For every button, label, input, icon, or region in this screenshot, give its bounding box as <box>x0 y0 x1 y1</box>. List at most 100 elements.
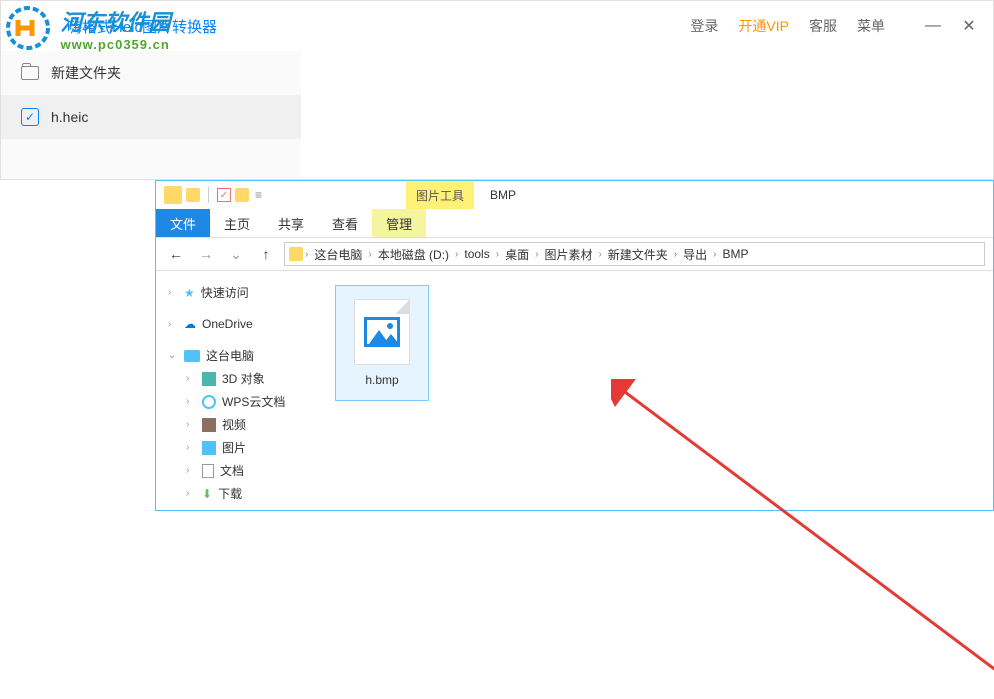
app-titlebar: 嗨格式Heic图片转换器 登录 开通VIP 客服 菜单 — ✕ <box>1 1 993 51</box>
nav-label: 快速访问 <box>201 284 249 301</box>
chevron-right-icon[interactable]: › <box>186 465 196 476</box>
vip-button[interactable]: 开通VIP <box>738 16 789 36</box>
service-button[interactable]: 客服 <box>809 16 837 36</box>
breadcrumb-item[interactable]: 桌面 <box>501 246 533 263</box>
explorer-title: BMP <box>490 188 516 202</box>
cloud-icon: ☁ <box>184 317 196 331</box>
breadcrumb-item[interactable]: 这台电脑 <box>310 246 366 263</box>
navigation-pane: › ★ 快速访问 › ☁ OneDrive ⌄ 这台电脑 › 3D 对象 › WPS云文档 ›… <box>156 271 321 510</box>
tab-home[interactable]: 主页 <box>210 209 264 237</box>
chevron-right-icon[interactable]: › <box>674 249 677 260</box>
titlebar-actions: 登录 开通VIP 客服 菜单 — ✕ <box>690 16 977 36</box>
nav-label: 下载 <box>218 485 242 502</box>
download-icon: ⬇ <box>202 487 212 501</box>
chevron-right-icon[interactable]: › <box>186 419 196 430</box>
chevron-right-icon[interactable]: › <box>455 249 458 260</box>
file-name: h.bmp <box>365 373 398 387</box>
cube-icon <box>202 372 216 386</box>
image-icon <box>202 441 216 455</box>
film-icon <box>202 418 216 432</box>
sidebar-item-newfolder[interactable]: 新建文件夹 <box>1 51 301 95</box>
chevron-right-icon[interactable]: › <box>186 373 196 384</box>
chevron-right-icon[interactable]: › <box>186 396 196 407</box>
chevron-down-icon[interactable]: ⌄ <box>168 350 178 361</box>
file-item-selected[interactable]: h.bmp <box>335 285 429 401</box>
nav-label: 3D 对象 <box>222 370 265 387</box>
back-icon[interactable]: ← <box>164 242 188 266</box>
chevron-right-icon[interactable]: › <box>168 287 178 298</box>
nav-downloads[interactable]: › ⬇ 下载 <box>164 482 313 505</box>
checkbox-icon[interactable]: ✓ <box>217 188 231 202</box>
window-controls: — ✕ <box>925 18 977 34</box>
chevron-right-icon[interactable]: › <box>368 249 371 260</box>
nav-wps[interactable]: › WPS云文档 <box>164 390 313 413</box>
folder-small-icon[interactable] <box>186 188 200 202</box>
nav-quick-access[interactable]: › ★ 快速访问 <box>164 281 313 304</box>
nav-video[interactable]: › 视频 <box>164 413 313 436</box>
chevron-right-icon[interactable]: › <box>186 442 196 453</box>
tab-manage[interactable]: 管理 <box>372 209 426 237</box>
image-file-icon <box>364 317 400 347</box>
breadcrumb-item[interactable]: 导出 <box>679 246 711 263</box>
file-label: h.heic <box>51 109 88 125</box>
sidebar-item-file[interactable]: ✓ h.heic <box>1 95 301 139</box>
explorer-titlebar: ✓ ≡ 图片工具 BMP <box>156 181 993 209</box>
chevron-right-icon[interactable]: › <box>168 319 178 330</box>
tab-view[interactable]: 查看 <box>318 209 372 237</box>
folder-icon[interactable] <box>164 186 182 204</box>
qat-overflow-icon[interactable]: ≡ <box>255 188 262 202</box>
tab-share[interactable]: 共享 <box>264 209 318 237</box>
breadcrumb-item[interactable]: tools <box>460 247 493 261</box>
folder-small-icon[interactable] <box>235 188 249 202</box>
nav-label: 文档 <box>220 462 244 479</box>
chevron-right-icon[interactable]: › <box>186 488 196 499</box>
ribbon-tabs: 文件 主页 共享 查看 管理 <box>156 209 993 237</box>
tab-file[interactable]: 文件 <box>156 209 210 237</box>
chevron-right-icon[interactable]: › <box>535 249 538 260</box>
close-icon[interactable]: ✕ <box>961 18 977 34</box>
annotation-arrow-icon <box>611 379 994 699</box>
nav-label: OneDrive <box>202 317 253 331</box>
nav-3d-objects[interactable]: › 3D 对象 <box>164 367 313 390</box>
document-icon <box>202 464 214 478</box>
recent-dropdown-icon[interactable]: ⌄ <box>224 242 248 266</box>
explorer-body: › ★ 快速访问 › ☁ OneDrive ⌄ 这台电脑 › 3D 对象 › WPS云文档 ›… <box>156 271 993 510</box>
app-title: 嗨格式Heic图片转换器 <box>67 16 217 37</box>
login-button[interactable]: 登录 <box>690 16 718 36</box>
forward-icon[interactable]: → <box>194 242 218 266</box>
minimize-icon[interactable]: — <box>925 18 941 34</box>
folder-icon <box>21 66 39 80</box>
up-icon[interactable]: ↑ <box>254 242 278 266</box>
chevron-right-icon[interactable]: › <box>713 249 716 260</box>
checkbox-checked-icon[interactable]: ✓ <box>21 108 39 126</box>
nav-documents[interactable]: › 文档 <box>164 459 313 482</box>
folder-icon <box>289 247 303 261</box>
file-thumbnail <box>354 299 410 365</box>
chevron-right-icon[interactable]: › <box>598 249 601 260</box>
nav-this-pc[interactable]: ⌄ 这台电脑 <box>164 344 313 367</box>
nav-onedrive[interactable]: › ☁ OneDrive <box>164 314 313 334</box>
chevron-right-icon[interactable]: › <box>305 249 308 260</box>
heic-converter-window: 嗨格式Heic图片转换器 登录 开通VIP 客服 菜单 — ✕ 新建文件夹 ✓ … <box>0 0 994 180</box>
file-explorer-window: ✓ ≡ 图片工具 BMP 文件 主页 共享 查看 管理 ← → ⌄ ↑ › 这台… <box>155 180 994 511</box>
breadcrumb-item[interactable]: 本地磁盘 (D:) <box>374 246 453 263</box>
breadcrumb-item[interactable]: BMP <box>719 247 753 261</box>
wps-icon <box>202 395 216 409</box>
address-bar-row: ← → ⌄ ↑ › 这台电脑 › 本地磁盘 (D:) › tools › 桌面 … <box>156 237 993 271</box>
star-icon: ★ <box>184 286 195 300</box>
chevron-right-icon[interactable]: › <box>496 249 499 260</box>
monitor-icon <box>184 350 200 362</box>
app-sidebar: 新建文件夹 ✓ h.heic <box>1 51 301 179</box>
newfolder-label: 新建文件夹 <box>51 63 121 83</box>
nav-label: 这台电脑 <box>206 347 254 364</box>
nav-label: 视频 <box>222 416 246 433</box>
breadcrumb-item[interactable]: 图片素材 <box>540 246 596 263</box>
nav-pictures[interactable]: › 图片 <box>164 436 313 459</box>
contextual-tab-label: 图片工具 <box>406 181 474 209</box>
breadcrumb-item[interactable]: 新建文件夹 <box>604 246 672 263</box>
file-list-pane[interactable]: h.bmp <box>321 271 993 510</box>
menu-button[interactable]: 菜单 <box>857 16 885 36</box>
nav-label: 图片 <box>222 439 246 456</box>
breadcrumb[interactable]: › 这台电脑 › 本地磁盘 (D:) › tools › 桌面 › 图片素材 ›… <box>284 242 985 266</box>
nav-label: WPS云文档 <box>222 393 285 410</box>
